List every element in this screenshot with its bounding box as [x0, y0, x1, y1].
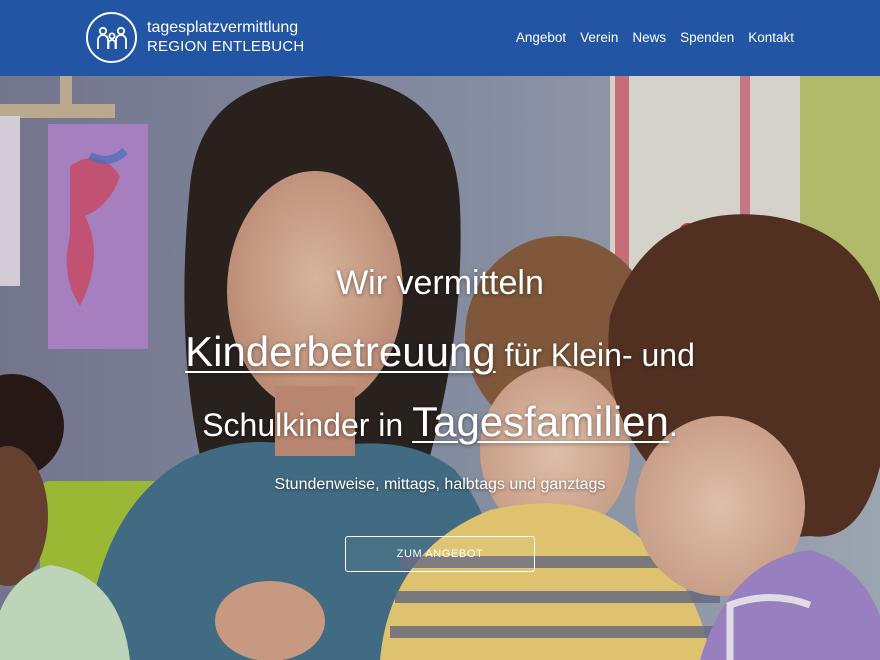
brand-line1: tagesplatzvermittlung	[147, 19, 299, 37]
nav-item-news[interactable]: News	[632, 30, 666, 45]
logo-link[interactable]: tagesplatzvermittlung REGION ENTLEBUCH	[86, 12, 304, 63]
hero-highlight-kinderbetreuung: Kinderbetreuung	[185, 328, 496, 375]
site-header: tagesplatzvermittlung REGION ENTLEBUCH A…	[0, 0, 880, 76]
hero-section: Wir vermitteln Kinderbetreuung für Klein…	[0, 76, 880, 660]
brand-line2: REGION ENTLEBUCH	[147, 38, 305, 56]
hero-line-3: Schulkinder in Tagesfamilien.	[0, 398, 880, 446]
hero-line-3-start: Schulkinder in	[202, 407, 413, 443]
nav-item-spenden[interactable]: Spenden	[680, 30, 734, 45]
hero-line-3-end: .	[668, 407, 678, 443]
nav-item-kontakt[interactable]: Kontakt	[748, 30, 794, 45]
cta-zum-angebot-button[interactable]: ZUM ANGEBOT	[345, 536, 535, 572]
hero-line-2: Kinderbetreuung für Klein- und	[0, 328, 880, 376]
hero-subline: Stundenweise, mittags, halbtags und ganz…	[274, 476, 606, 493]
family-icon	[86, 12, 137, 63]
hero-line-2-rest: für Klein- und	[495, 337, 695, 373]
hero-highlight-tagesfamilien: Tagesfamilien	[412, 398, 669, 445]
nav-item-angebot[interactable]: Angebot	[516, 30, 566, 45]
hero-line-1: Wir vermitteln	[336, 264, 544, 302]
nav-item-verein[interactable]: Verein	[580, 30, 618, 45]
brand-name: tagesplatzvermittlung REGION ENTLEBUCH	[147, 18, 304, 57]
main-nav: Angebot Verein News Spenden Kontakt	[516, 30, 794, 45]
